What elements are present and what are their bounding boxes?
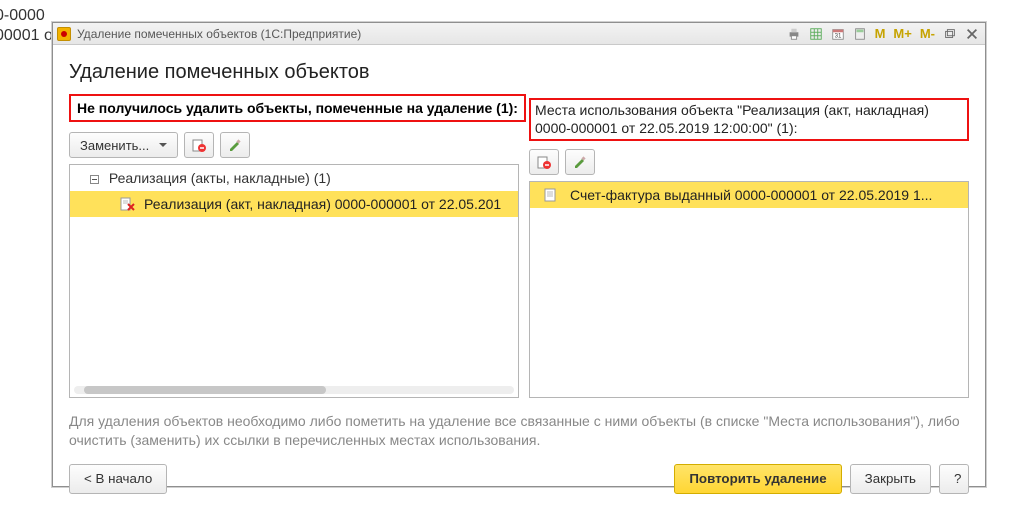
close-button[interactable]: Закрыть xyxy=(850,464,931,494)
memory-m-button[interactable]: M xyxy=(873,26,888,41)
warning-banner: Не получилось удалить объекты, помеченны… xyxy=(69,94,526,122)
usage-row[interactable]: Счет-фактура выданный 0000-000001 от 22.… xyxy=(530,182,968,208)
usage-list[interactable]: Счет-фактура выданный 0000-000001 от 22.… xyxy=(529,181,969,398)
delete-mark-icon-right[interactable] xyxy=(529,149,559,175)
window-title: Удаление помеченных объектов (1С:Предпри… xyxy=(77,27,361,41)
calendar-icon[interactable]: 31 xyxy=(829,26,847,42)
help-button[interactable]: ? xyxy=(939,464,969,494)
left-toolbar: Заменить... xyxy=(69,130,519,164)
svg-text:31: 31 xyxy=(834,32,841,39)
hint-text: Для удаления объектов необходимо либо по… xyxy=(69,412,969,450)
delete-mark-icon[interactable] xyxy=(184,132,214,158)
print-icon[interactable] xyxy=(785,26,803,42)
retry-delete-button[interactable]: Повторить удаление xyxy=(674,464,841,494)
edit-icon[interactable] xyxy=(220,132,250,158)
back-button[interactable]: < В начало xyxy=(69,464,167,494)
background-truncated-text: 0-0000 00001 о xyxy=(0,6,53,46)
footer: < В начало Повторить удаление Закрыть ? xyxy=(69,464,969,494)
edit-icon-right[interactable] xyxy=(565,149,595,175)
grid-icon[interactable] xyxy=(807,26,825,42)
selected-object-label: Реализация (акт, накладная) 0000-000001 … xyxy=(144,196,501,212)
close-icon[interactable] xyxy=(963,26,981,42)
dialog-window: Удаление помеченных объектов (1С:Предпри… xyxy=(52,22,986,487)
tree-group-row[interactable]: Реализация (акты, накладные) (1) xyxy=(70,165,518,191)
selected-object-row[interactable]: Реализация (акт, накладная) 0000-000001 … xyxy=(70,191,518,217)
tree-group-label: Реализация (акты, накладные) (1) xyxy=(109,170,331,186)
replace-button[interactable]: Заменить... xyxy=(69,132,178,158)
memory-mminus-button[interactable]: M- xyxy=(918,26,937,41)
page-title: Удаление помеченных объектов xyxy=(69,61,969,84)
horizontal-scrollbar[interactable] xyxy=(74,386,514,394)
usage-row-label: Счет-фактура выданный 0000-000001 от 22.… xyxy=(570,187,932,203)
calculator-icon[interactable] xyxy=(851,26,869,42)
document-marked-icon xyxy=(120,197,136,211)
collapse-icon[interactable] xyxy=(90,175,99,184)
objects-list[interactable]: Реализация (акты, накладные) (1) Реализа… xyxy=(69,164,519,398)
right-toolbar xyxy=(529,147,969,181)
usage-header: Места использования объекта "Реализация … xyxy=(529,98,969,141)
document-icon xyxy=(544,188,560,202)
restore-icon[interactable] xyxy=(941,26,959,42)
app-logo-icon xyxy=(57,27,71,41)
memory-mplus-button[interactable]: M+ xyxy=(891,26,913,41)
titlebar: Удаление помеченных объектов (1С:Предпри… xyxy=(53,23,985,45)
